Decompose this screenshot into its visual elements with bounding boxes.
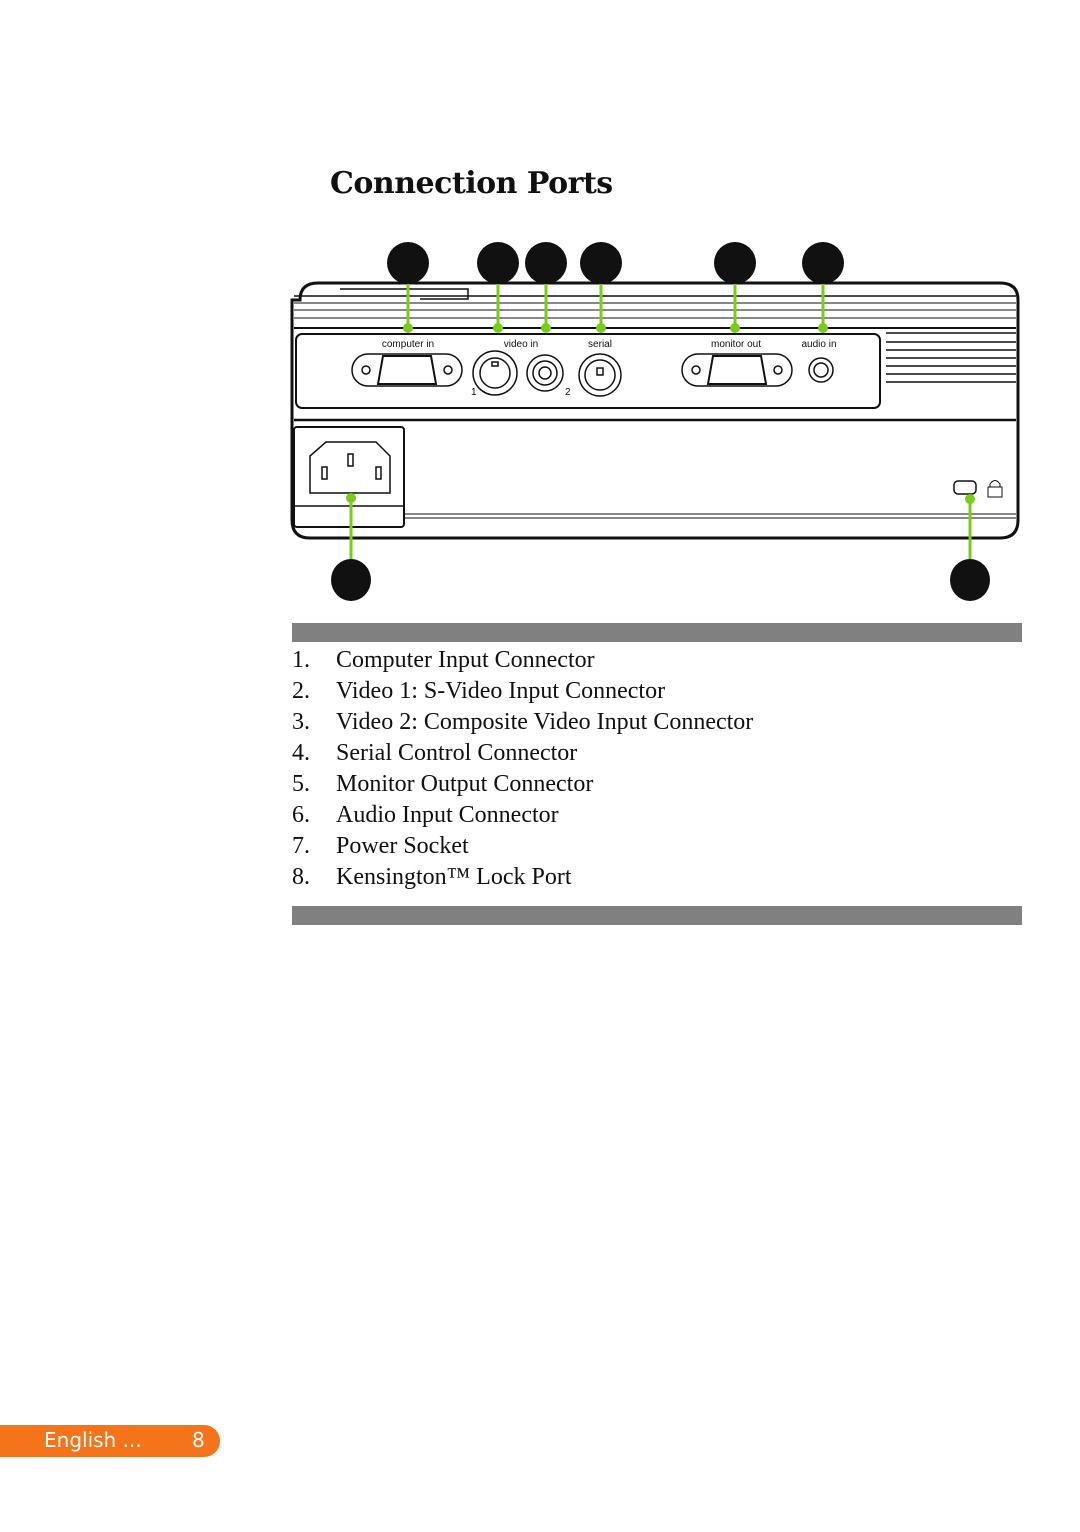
video-2-label: 2	[565, 387, 571, 398]
list-item: 3. Video 2: Composite Video Input Connect…	[292, 709, 754, 735]
section-divider-top	[292, 623, 1022, 642]
vent-grille	[886, 332, 1016, 383]
video-1-label: 1	[471, 387, 477, 398]
audio-in-label: audio in	[801, 339, 836, 350]
power-socket	[293, 426, 405, 528]
footer-language: English ...	[44, 1428, 142, 1452]
list-item: 5. Monitor Output Connector	[292, 771, 594, 797]
s-video-port	[472, 350, 518, 396]
callout-marker-6	[802, 242, 844, 284]
list-item: 8. Kensington™ Lock Port	[292, 864, 572, 890]
list-item: 4. Serial Control Connector	[292, 740, 578, 766]
callout-marker-5	[714, 242, 756, 284]
callout-marker-3	[525, 242, 567, 284]
callout-marker-7	[331, 559, 371, 601]
projector-body	[290, 281, 1020, 540]
audio-in-port	[808, 357, 834, 383]
composite-video-port	[526, 354, 564, 392]
callout-marker-2	[477, 242, 519, 284]
section-divider-bottom	[292, 906, 1022, 925]
video-in-label: video in	[504, 339, 538, 350]
callout-lines	[349, 284, 972, 560]
serial-label: serial	[588, 339, 612, 350]
computer-in-port	[351, 353, 463, 387]
list-item: 6. Audio Input Connector	[292, 802, 559, 828]
page-footer-tab: English ... 8	[0, 1425, 220, 1457]
page-number: 8	[192, 1428, 205, 1452]
kensington-lock-icon	[987, 480, 1003, 498]
projector-rear-panel-diagram: computer in 1 2 video in serial monitor …	[290, 242, 1020, 601]
kensington-slot	[953, 480, 977, 495]
callout-marker-8	[950, 559, 990, 601]
list-item: 1. Computer Input Connector	[292, 647, 595, 673]
computer-in-label: computer in	[382, 339, 434, 350]
callout-marker-1	[387, 242, 429, 284]
callout-marker-4	[580, 242, 622, 284]
monitor-out-label: monitor out	[711, 339, 761, 350]
serial-port	[578, 353, 622, 397]
connector-list: 1. Computer Input Connector 2. Video 1: S-…	[292, 645, 753, 893]
list-item: 2. Video 1: S-Video Input Connector	[292, 678, 666, 704]
monitor-out-port	[681, 353, 793, 387]
list-item: 7. Power Socket	[292, 833, 469, 859]
